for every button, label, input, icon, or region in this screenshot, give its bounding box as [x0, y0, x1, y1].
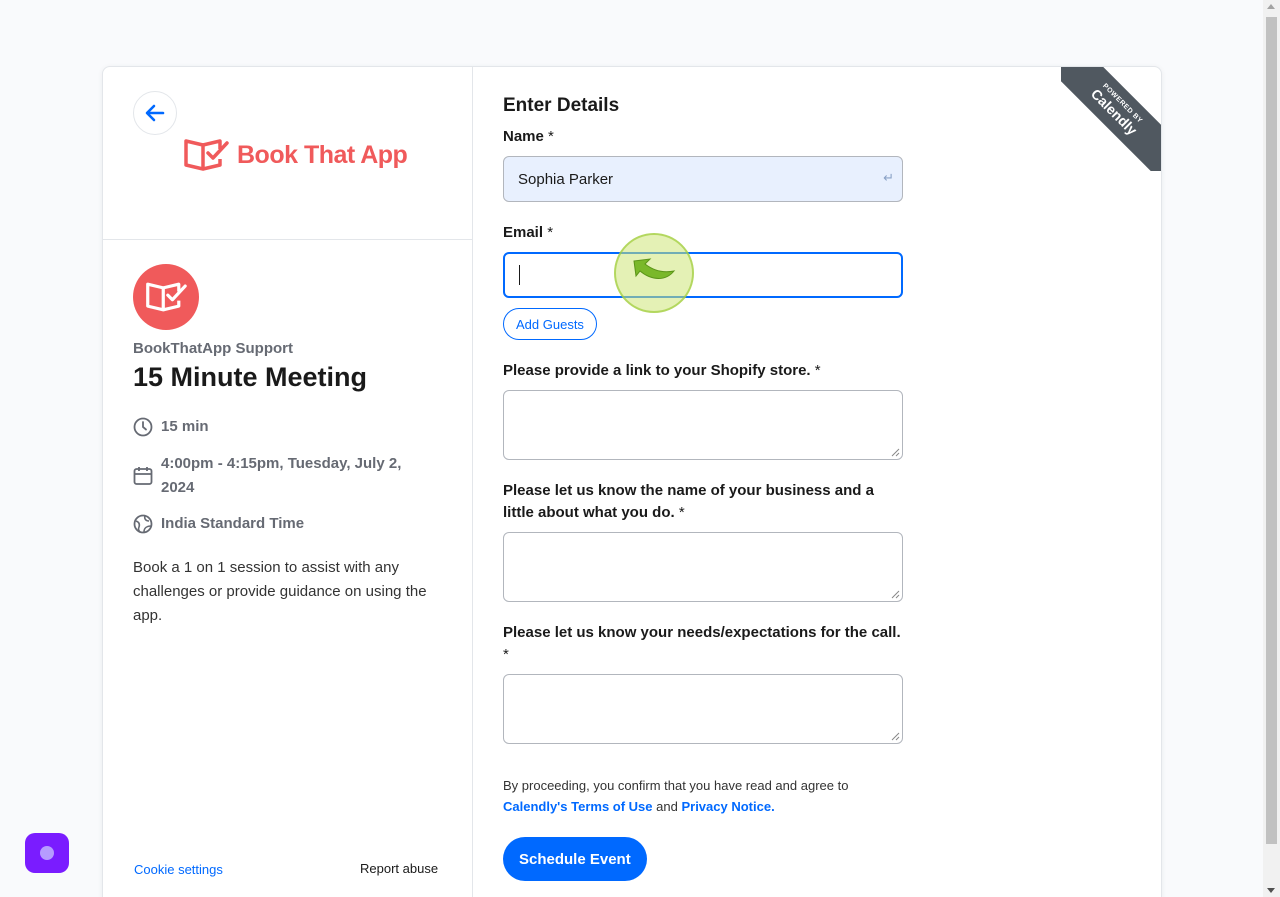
page-scrollbar[interactable] — [1263, 0, 1280, 897]
email-label: Email * — [503, 224, 554, 241]
needs-label: Please let us know your needs/expectatio… — [503, 624, 901, 663]
event-details-pane: Book That App BookThatApp Support 15 Min… — [103, 67, 473, 897]
book-check-icon — [146, 282, 187, 312]
name-value: Sophia Parker — [518, 170, 614, 188]
cursor-arrow-icon — [633, 258, 676, 279]
powered-by-ribbon[interactable]: POWERED BY Calendly — [1061, 67, 1161, 171]
terms-of-use-link[interactable]: Calendly's Terms of Use — [503, 799, 653, 814]
timezone-row: India Standard Time — [133, 512, 304, 536]
business-info-textarea[interactable] — [503, 532, 903, 602]
cookie-settings-link[interactable]: Cookie settings — [134, 862, 223, 877]
consent-text: By proceeding, you confirm that you have… — [503, 778, 849, 814]
email-input[interactable] — [503, 252, 903, 298]
event-title: 15 Minute Meeting — [133, 362, 368, 392]
duration-row: 15 min — [133, 415, 209, 439]
host-avatar — [133, 264, 199, 330]
datetime-text: 4:00pm - 4:15pm, Tuesday, July 2, 2024 — [161, 455, 402, 496]
host-name: BookThatApp Support — [133, 340, 293, 357]
name-label: Name * — [503, 128, 554, 145]
name-input[interactable]: Sophia Parker ↵ — [503, 156, 903, 202]
scroll-down-icon[interactable] — [1267, 888, 1275, 893]
brand-logo: Book That App — [183, 137, 408, 173]
resize-handle-icon[interactable] — [891, 590, 900, 599]
clock-icon — [133, 417, 153, 437]
divider — [103, 239, 472, 240]
booking-card: Book That App BookThatApp Support 15 Min… — [102, 66, 1162, 897]
shopify-link-textarea[interactable] — [503, 390, 903, 460]
book-check-icon — [184, 139, 229, 171]
arrow-left-icon — [145, 104, 165, 122]
enter-icon: ↵ — [883, 170, 894, 185]
globe-icon — [133, 514, 153, 534]
timezone-text: India Standard Time — [161, 515, 305, 532]
chat-icon — [40, 846, 54, 860]
schedule-event-button[interactable]: Schedule Event — [503, 837, 647, 881]
chat-widget-button[interactable] — [25, 833, 69, 873]
back-button[interactable] — [133, 91, 177, 135]
form-title: Enter Details — [503, 95, 620, 116]
event-description: Book a 1 on 1 session to assist with any… — [133, 559, 427, 624]
needs-textarea[interactable] — [503, 674, 903, 744]
resize-handle-icon[interactable] — [891, 448, 900, 457]
resize-handle-icon[interactable] — [891, 732, 900, 741]
shopify-link-label: Please provide a link to your Shopify st… — [503, 362, 821, 379]
scroll-up-icon[interactable] — [1267, 4, 1275, 9]
report-abuse-link[interactable]: Report abuse — [360, 861, 438, 876]
privacy-notice-link[interactable]: Privacy Notice. — [681, 799, 774, 814]
business-info-label: Please let us know the name of your busi… — [503, 482, 874, 521]
brand-name: Book That App — [237, 140, 408, 169]
cursor-highlight — [614, 233, 694, 313]
duration-text: 15 min — [161, 418, 209, 435]
datetime-row: 4:00pm - 4:15pm, Tuesday, July 2, 2024 — [133, 452, 401, 500]
add-guests-button[interactable]: Add Guests — [503, 308, 597, 340]
scroll-thumb[interactable] — [1266, 17, 1277, 844]
details-form: Enter Details Name * Sophia Parker ↵ Ema… — [503, 67, 1161, 897]
calendar-icon — [133, 467, 153, 485]
text-caret — [519, 265, 520, 285]
